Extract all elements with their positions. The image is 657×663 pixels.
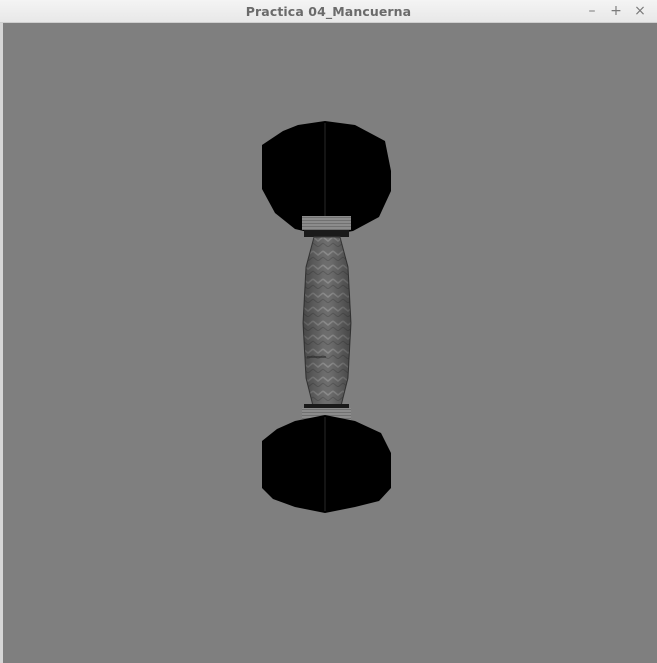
window-controls: – + × [585,2,647,20]
minimize-button[interactable]: – [585,2,599,20]
bottom-weight-plate [262,415,391,513]
title-bar[interactable]: Practica 04_Mancuerna – + × [0,0,657,23]
app-window: Practica 04_Mancuerna – + × [0,0,657,663]
top-collar [302,216,351,230]
handle-shading [303,237,351,406]
close-button[interactable]: × [633,2,647,20]
dumbbell-render [262,121,391,513]
maximize-button[interactable]: + [609,2,623,20]
top-collar-ring [304,230,349,237]
opengl-viewport[interactable] [3,23,657,663]
window-title: Practica 04_Mancuerna [245,4,412,19]
